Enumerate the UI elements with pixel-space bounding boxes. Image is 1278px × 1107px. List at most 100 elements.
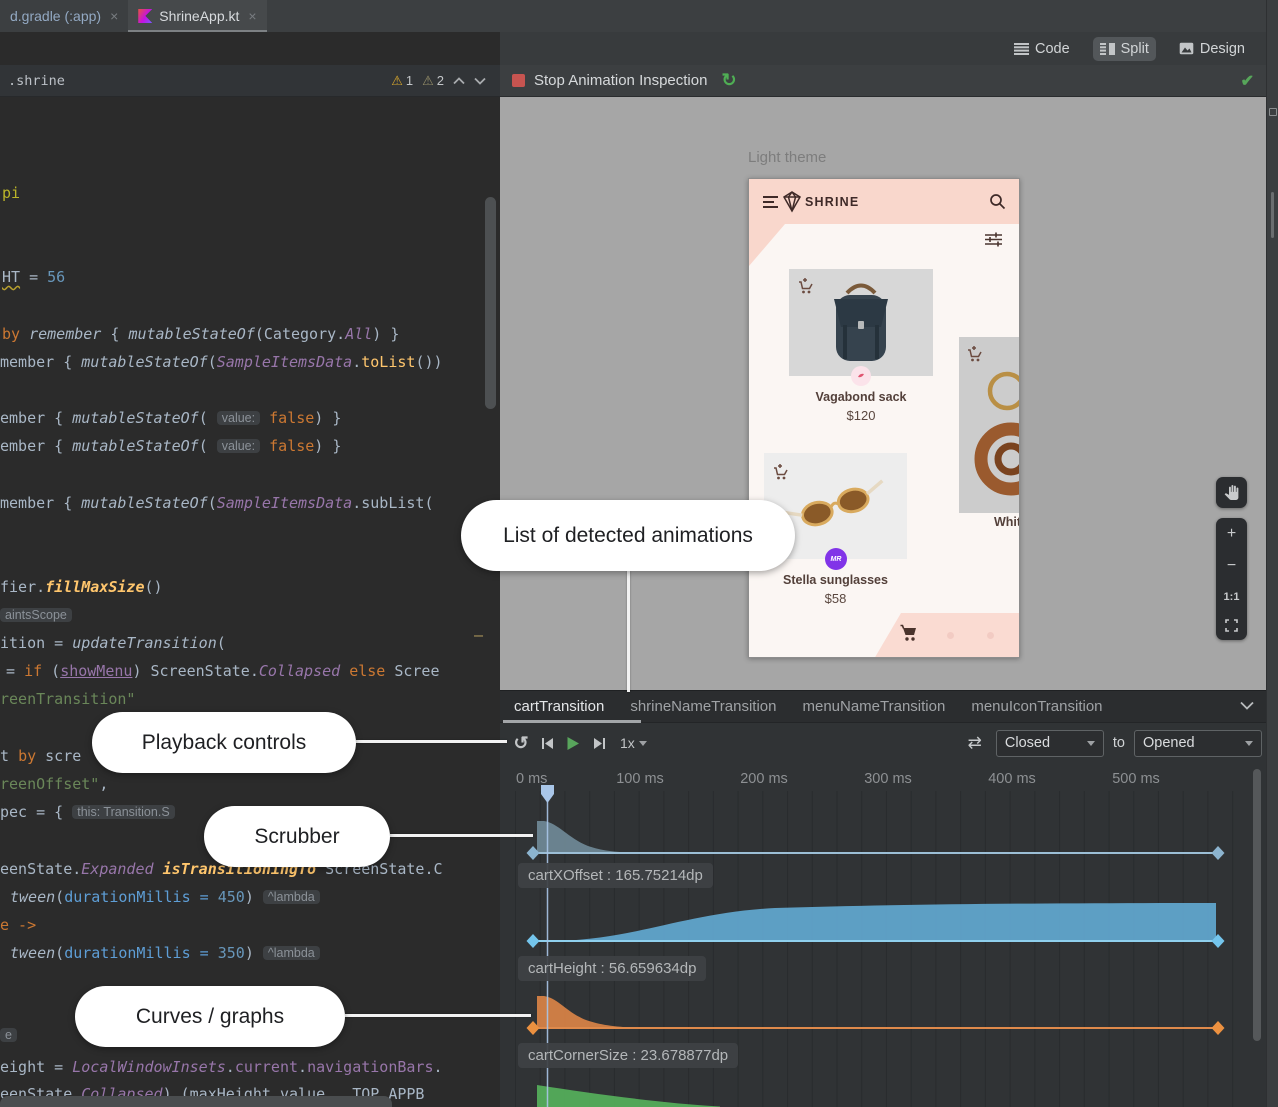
editor-bottom-popup xyxy=(0,1096,392,1107)
zoom-in-button[interactable]: + xyxy=(1227,526,1236,542)
timeline-scrollbar[interactable] xyxy=(1253,769,1261,1041)
code-line: ember { mutableStateOf( value: false) } xyxy=(0,409,341,429)
inspection-widget: ⚠1 ⚠2 xyxy=(391,73,492,89)
code-line: e xyxy=(0,1026,17,1046)
callout-pointer-line xyxy=(390,834,533,837)
code-line: tween(durationMillis = 350) ^lambda xyxy=(10,944,320,964)
editor-scrollbar[interactable] xyxy=(485,197,496,409)
curve-row-cartXOffset xyxy=(527,821,1225,860)
prev-issue-icon[interactable] xyxy=(453,77,465,85)
code-line: member { mutableStateOf(SampleItemsData.… xyxy=(0,494,434,514)
code-line: HT = 56 xyxy=(2,268,65,288)
code-line: — xyxy=(474,626,483,646)
app-bar-wedge xyxy=(749,224,785,266)
code-line: pi xyxy=(2,184,20,204)
code-line: reenTransition" xyxy=(0,690,135,710)
stop-animation-button[interactable]: Stop Animation Inspection xyxy=(534,72,707,89)
product-name: Stella sunglasses xyxy=(764,573,907,587)
shrine-title: SHRINE xyxy=(805,195,859,209)
code-line: pec = { this: Transition.S xyxy=(0,803,175,823)
curve-row-cartCornerSize xyxy=(527,996,1225,1035)
preview-theme-label: Light theme xyxy=(748,149,826,166)
warning-icon: ⚠ xyxy=(391,73,403,89)
tab-shrineapp[interactable]: ShrineApp.kt × xyxy=(128,0,266,32)
code-editor[interactable]: pi HT = 56 by remember { mutableStateOf(Ca… xyxy=(0,97,500,1107)
editor-tab-strip: d.gradle (:app) × ShrineApp.kt × xyxy=(0,0,1278,32)
close-icon[interactable]: × xyxy=(110,8,118,24)
zoom-out-button[interactable]: − xyxy=(1227,558,1236,574)
shrine-cart-bar xyxy=(874,613,1020,658)
mode-code-button[interactable]: Code xyxy=(1007,37,1077,61)
app-preview: SHRINE Vagabond sack $120 xyxy=(748,178,1020,658)
callout-pointer-line xyxy=(345,1014,531,1017)
curve-value-chip: cartCornerSize : 23.678877dp xyxy=(518,1043,738,1068)
next-issue-icon[interactable] xyxy=(474,77,486,85)
kotlin-file-icon xyxy=(138,9,152,23)
code-line: by remember { mutableStateOf(Category.Al… xyxy=(2,325,399,345)
cart-icon xyxy=(899,623,919,643)
code-line: fier.fillMaxSize() xyxy=(0,578,163,598)
add-to-cart-icon xyxy=(771,463,789,481)
product-name-clipped: Whit xyxy=(994,515,1020,529)
curve-value-chip: cartHeight : 56.659634dp xyxy=(518,956,706,981)
product-name: Vagabond sack xyxy=(789,390,933,404)
curve-value-chip: cartXOffset : 165.75214dp xyxy=(518,863,713,888)
tab-gradle[interactable]: d.gradle (:app) × xyxy=(0,0,128,32)
mode-split-button[interactable]: Split xyxy=(1093,37,1156,61)
pan-tool-button[interactable] xyxy=(1216,477,1247,508)
breadcrumb[interactable]: .shrine xyxy=(8,73,65,89)
zoom-to-fit-button[interactable] xyxy=(1225,619,1238,632)
animation-preview-panel: cartTransitionshrineNameTransitionmenuNa… xyxy=(500,690,1266,1107)
code-line: ember { mutableStateOf( value: false) } xyxy=(0,437,341,457)
product-image-belt xyxy=(959,337,1020,513)
stop-icon xyxy=(512,74,525,87)
refresh-icon[interactable]: ↻ xyxy=(721,70,736,91)
warning-indicator[interactable]: ⚠1 xyxy=(391,73,413,89)
weak-warning-indicator[interactable]: ⚠2 xyxy=(422,73,444,89)
code-line: aintsScope xyxy=(0,606,72,626)
curve-row-cartHeight xyxy=(527,903,1225,948)
page-dot xyxy=(947,632,954,639)
right-tool-window-strip[interactable] xyxy=(1266,0,1278,1107)
android-studio-window: d.gradle (:app) × ShrineApp.kt × Code Sp… xyxy=(0,0,1278,1107)
close-icon[interactable]: × xyxy=(248,8,256,24)
code-icon xyxy=(1014,43,1029,55)
code-line: member { mutableStateOf(SampleItemsData.… xyxy=(0,353,443,373)
vendor-badge xyxy=(851,366,871,386)
search-icon xyxy=(989,193,1006,210)
code-line: tween(durationMillis = 450) ^lambda xyxy=(10,888,320,908)
render-ok-icon: ✔ xyxy=(1241,71,1254,91)
curve-row-partial xyxy=(537,1085,720,1107)
shrine-logo-icon xyxy=(781,190,803,213)
product-price: $58 xyxy=(764,591,907,606)
page-dot xyxy=(987,632,994,639)
split-icon xyxy=(1100,43,1115,55)
code-line: reenOffset", xyxy=(0,775,108,795)
menu-icon xyxy=(763,196,778,211)
tab-shrineapp-label: ShrineApp.kt xyxy=(159,8,239,24)
callout-pointer-line xyxy=(627,571,630,692)
filter-icon xyxy=(985,232,1002,247)
callout-animationsList: List of detected animations xyxy=(461,500,795,571)
editor-mode-toggle: Code Split Design xyxy=(500,32,1266,65)
add-to-cart-icon xyxy=(796,277,814,295)
callout-curves: Curves / graphs xyxy=(75,986,345,1047)
keyframe-diamond xyxy=(527,934,540,948)
code-line: ition = updateTransition( xyxy=(0,634,226,654)
zoom-controls: + − 1:1 xyxy=(1216,518,1247,640)
shrine-app-bar: SHRINE xyxy=(749,179,1020,224)
design-icon xyxy=(1179,42,1194,55)
callout-pointer-line xyxy=(356,740,507,743)
tab-gradle-label: d.gradle (:app) xyxy=(10,8,101,24)
mode-design-button[interactable]: Design xyxy=(1172,37,1252,61)
zoom-actual-button[interactable]: 1:1 xyxy=(1224,591,1240,603)
design-surface[interactable]: Light theme SHRINE xyxy=(500,97,1266,690)
editor-breadcrumb-bar: .shrine ⚠1 ⚠2 xyxy=(0,65,500,97)
code-line: t by scre xyxy=(0,747,81,767)
keyframe-diamond xyxy=(1212,1021,1225,1035)
tool-window-icon[interactable] xyxy=(1269,108,1277,116)
vendor-badge-mr: MR xyxy=(825,548,847,570)
callout-scrubber: Scrubber xyxy=(204,806,390,867)
tool-window-label[interactable] xyxy=(1271,192,1274,238)
add-to-cart-icon xyxy=(965,345,983,363)
